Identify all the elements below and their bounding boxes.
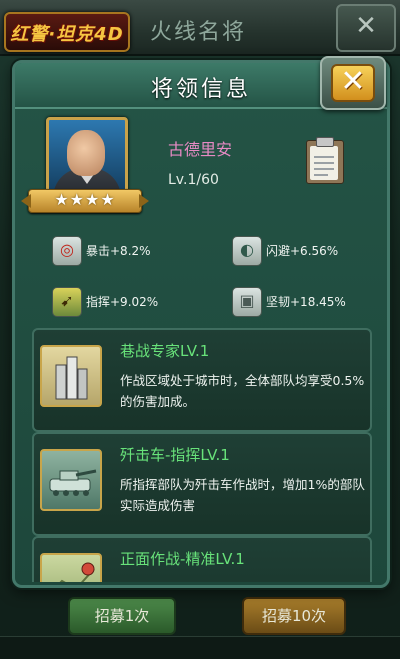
skill-card[interactable]: 巷战专家LV.1 作战区域处于城市时，全体部队均享受0.5%的伤害加成。 xyxy=(32,328,372,432)
close-icon-glyph: ✕ xyxy=(340,64,366,99)
crit-target-icon: ◎ xyxy=(52,236,82,266)
tank-destroyer-icon xyxy=(40,449,102,511)
command-glyph: ➹ xyxy=(60,291,74,310)
armor-icon: ▣ xyxy=(232,287,262,317)
close-icon: ✕ xyxy=(331,64,375,102)
city-buildings-icon xyxy=(40,345,102,407)
skill-name: 歼击车-指挥LV.1 xyxy=(120,446,230,464)
general-name: 古德里安 xyxy=(168,140,233,159)
clipboard-line xyxy=(314,174,328,176)
stat-crit: ◎ 暴击+8.2% xyxy=(52,236,212,268)
star-rating: ★★★★ xyxy=(54,190,116,209)
stat-dodge-text: 闪避+6.56% xyxy=(266,244,339,258)
command-icon: ➹ xyxy=(52,287,82,317)
clipboard-line xyxy=(314,156,334,158)
skill-description: 作战区域处于城市时，全体部队均享受0.5%的伤害加成。 xyxy=(120,373,365,409)
skill-name: 巷战专家LV.1 xyxy=(120,342,210,360)
battle-map-icon xyxy=(40,553,102,582)
page-title: 火线名将 xyxy=(150,20,247,45)
details-clipboard-button[interactable] xyxy=(302,136,346,184)
armor-glyph: ▣ xyxy=(239,291,255,310)
skill-name: 正面作战-精准LV.1 xyxy=(120,550,245,568)
close-icon: ✕ xyxy=(355,11,377,41)
stat-crit-text: 暴击+8.2% xyxy=(86,244,151,258)
top-bar: 红警·坦克4D 火线名将 ✕ xyxy=(0,0,400,56)
general-level: Lv.1/60 xyxy=(168,172,219,188)
skill-description: 所指挥部队为歼击车作战时，增加1%的部队实际造成伤害 xyxy=(120,477,365,513)
game-logo: 红警·坦克4D xyxy=(4,12,130,52)
clipboard-clip xyxy=(316,137,334,147)
background-close-button[interactable]: ✕ xyxy=(336,4,396,52)
skill-list[interactable]: 巷战专家LV.1 作战区域处于城市时，全体部队均享受0.5%的伤害加成。 歼击车… xyxy=(0,328,400,582)
modal-close-button[interactable]: ✕ xyxy=(320,56,386,110)
skill-card[interactable]: 正面作战-精准LV.1 xyxy=(32,536,372,582)
stat-dodge: ◐ 闪避+6.56% xyxy=(232,236,392,268)
stat-command-text: 指挥+9.02% xyxy=(86,295,159,309)
dodge-icon: ◐ xyxy=(232,236,262,266)
recruit-ten-button[interactable]: 招募10次 xyxy=(242,597,346,635)
dodge-glyph: ◐ xyxy=(240,240,254,259)
game-logo-text: 红警·坦克4D xyxy=(10,24,124,45)
star-rating-ribbon: ★★★★ xyxy=(28,189,142,213)
bottom-strip xyxy=(0,636,400,659)
stat-toughness: ▣ 坚韧+18.45% xyxy=(232,287,392,319)
crit-target-glyph: ◎ xyxy=(60,240,74,259)
portrait-face xyxy=(67,130,105,176)
recruit-once-button[interactable]: 招募1次 xyxy=(68,597,176,635)
stat-toughness-text: 坚韧+18.45% xyxy=(266,295,346,309)
skill-card[interactable]: 歼击车-指挥LV.1 所指挥部队为歼击车作战时，增加1%的部队实际造成伤害 xyxy=(32,432,372,536)
clipboard-line xyxy=(314,162,334,164)
stat-command: ➹ 指挥+9.02% xyxy=(52,287,212,319)
clipboard-line xyxy=(314,168,334,170)
